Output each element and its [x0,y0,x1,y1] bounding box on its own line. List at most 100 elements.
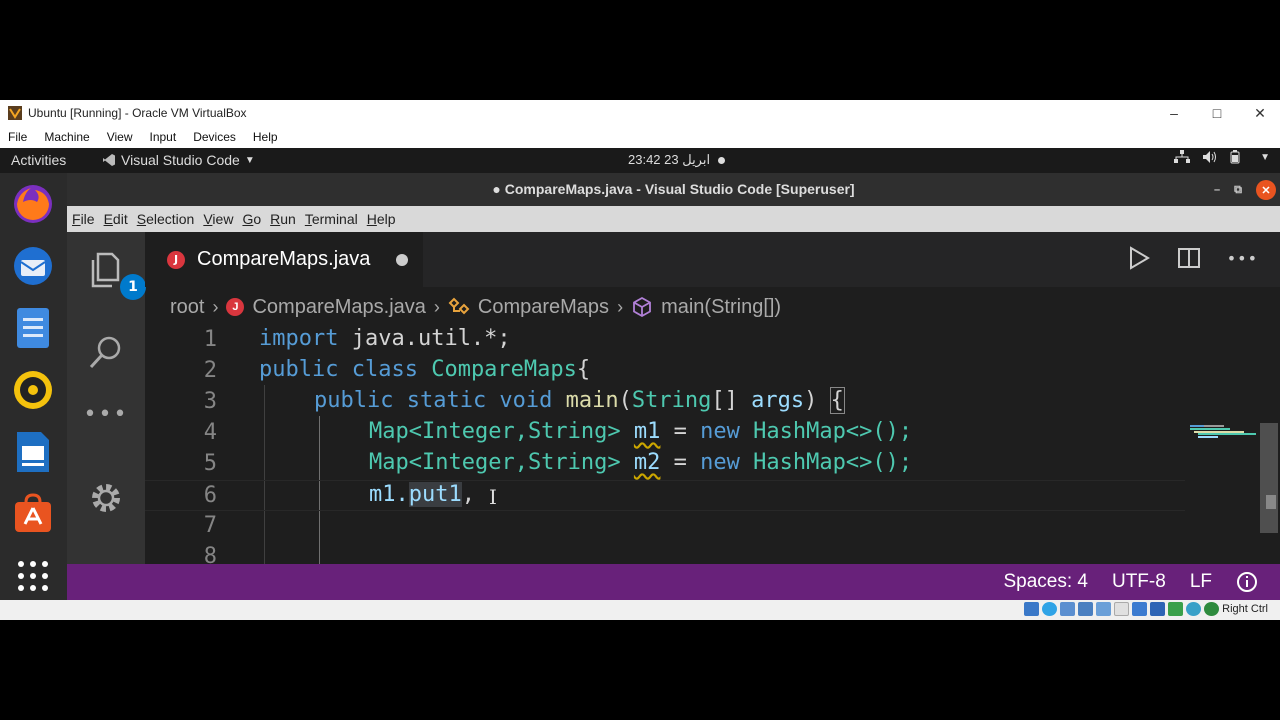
line-number: 2 [203,358,217,383]
menu-view[interactable]: View [203,211,233,227]
code-editor[interactable]: 1 import java.util.*; 2 public class Com… [145,323,1280,564]
menu-help[interactable]: Help [367,211,396,227]
vb-menu-view[interactable]: View [107,130,133,144]
code-line: 7 [145,511,1185,542]
chevron-right-icon: › [212,296,219,317]
maximize-button[interactable]: □ [1195,100,1239,126]
writer-icon[interactable] [10,429,56,475]
line-number: 5 [203,451,217,476]
line-number: 4 [203,420,217,445]
run-icon[interactable] [1127,246,1151,270]
chevron-down-icon: ▼ [1260,151,1270,163]
java-file-icon: J [167,250,185,269]
ubuntu-top-bar: Activities Visual Studio Code ▼ 23:42 23… [0,148,1280,173]
vb-menu-devices[interactable]: Devices [193,130,236,144]
line-number: 8 [203,544,217,564]
scrollbar-thumb[interactable] [1260,423,1278,533]
code-text: public class CompareMaps{ [259,357,591,382]
activities-button[interactable]: Activities [11,152,66,168]
menu-file[interactable]: File [72,211,95,227]
network-icon [1174,150,1191,163]
vb-menu-file[interactable]: File [8,130,27,144]
restore-button[interactable]: ⧉ [1234,184,1242,197]
vscode-title-text: CompareMaps.java - Visual Studio Code [S… [504,181,855,197]
files-icon[interactable] [10,305,56,351]
code-text: m1.put1, [369,482,489,507]
code-line: 5 Map<Integer,String> m2 = new HashMap<>… [145,449,1185,480]
method-icon [633,296,651,318]
settings-button[interactable] [82,474,130,522]
notification-dot-icon [717,157,725,165]
code-line: 4 Map<Integer,String> m1 = new HashMap<>… [145,418,1185,449]
activity-bar: 1 ••• [67,232,146,564]
video-capture-icon[interactable] [1150,602,1166,616]
split-editor-icon[interactable] [1177,246,1201,270]
minimize-button[interactable]: – [1152,100,1196,126]
more-actions-icon[interactable]: ••• [1227,249,1258,268]
code-line: 3 public static void main(String[] args)… [145,387,1185,418]
breadcrumb-root[interactable]: root [170,296,204,319]
breadcrumb-method[interactable]: main(String[]) [661,296,781,319]
vb-menu-machine[interactable]: Machine [44,130,89,144]
menu-edit[interactable]: Edit [104,211,128,227]
tab-comparemaps[interactable]: J CompareMaps.java [145,232,423,287]
code-text: Map<Integer,String> m2 = new HashMap<>()… [369,450,913,475]
unsaved-dot-icon[interactable] [396,253,409,266]
vb-menu-help[interactable]: Help [253,130,278,144]
audio-icon[interactable] [1060,602,1076,616]
search-button[interactable] [82,328,130,376]
editor-tabs: J CompareMaps.java ••• [145,232,1280,287]
virtualbox-title: Ubuntu [Running] - Oracle VM VirtualBox [28,106,247,120]
virtualbox-titlebar: Ubuntu [Running] - Oracle VM VirtualBox … [0,100,1280,126]
close-button[interactable]: ✕ [1238,100,1280,126]
optical-drive-icon[interactable] [1042,602,1058,616]
status-bar: Spaces: 4 UTF-8 LF [67,564,1280,600]
network-adapter-icon[interactable] [1078,602,1094,616]
chevron-right-icon: › [617,296,624,317]
breadcrumb-file[interactable]: CompareMaps.java [252,296,425,319]
menu-selection[interactable]: Selection [137,211,195,227]
notifications-icon[interactable] [1236,571,1258,593]
display-icon[interactable] [1132,602,1148,616]
clock-text: 23:42 23 ابريل [628,152,711,167]
thunderbird-icon[interactable] [10,243,56,289]
ubuntu-dock [0,173,67,600]
menu-terminal[interactable]: Terminal [305,211,358,227]
app-menu[interactable]: Visual Studio Code ▼ [102,152,255,168]
vb-menu-input[interactable]: Input [150,130,177,144]
breadcrumb-class[interactable]: CompareMaps [478,296,609,319]
explorer-button[interactable]: 1 [82,246,146,300]
system-tray[interactable]: ▼ [1174,150,1270,164]
chevron-down-icon: ▼ [244,154,255,166]
mouse-integration-icon[interactable] [1186,602,1202,616]
firefox-icon[interactable] [10,181,56,227]
software-icon[interactable] [10,491,56,537]
status-eol[interactable]: LF [1190,571,1212,593]
minimap[interactable] [1190,423,1256,439]
status-indentation[interactable]: Spaces: 4 [1003,571,1088,593]
hard-disk-icon[interactable] [1024,602,1040,616]
code-line: 2 public class CompareMaps{ [145,356,1185,387]
more-views-button[interactable]: ••• [82,390,130,438]
menu-go[interactable]: Go [242,211,261,227]
code-text: Map<Integer,String> m1 = new HashMap<>()… [369,419,913,444]
clock[interactable]: 23:42 23 ابريل [628,152,725,168]
minimize-button[interactable]: – [1214,184,1220,196]
virtualbox-window: Ubuntu [Running] - Oracle VM VirtualBox … [0,100,1280,620]
menu-run[interactable]: Run [270,211,296,227]
virtualbox-statusbar: Right Ctrl [0,600,1280,620]
class-icon [448,297,470,315]
keyboard-icon[interactable] [1204,602,1220,616]
status-encoding[interactable]: UTF-8 [1112,571,1166,593]
rhythmbox-icon[interactable] [10,367,56,413]
close-button[interactable]: ✕ [1256,180,1276,200]
code-text: public static void main(String[] args) { [314,387,845,414]
shared-folders-icon[interactable] [1114,602,1130,616]
apps-grid-icon[interactable] [10,553,56,599]
app-menu-label: Visual Studio Code [121,152,240,168]
code-line: 8 [145,542,1185,564]
volume-icon [1203,151,1217,163]
cpu-icon[interactable] [1168,602,1184,616]
usb-icon[interactable] [1096,602,1112,616]
line-number: 7 [203,513,217,538]
